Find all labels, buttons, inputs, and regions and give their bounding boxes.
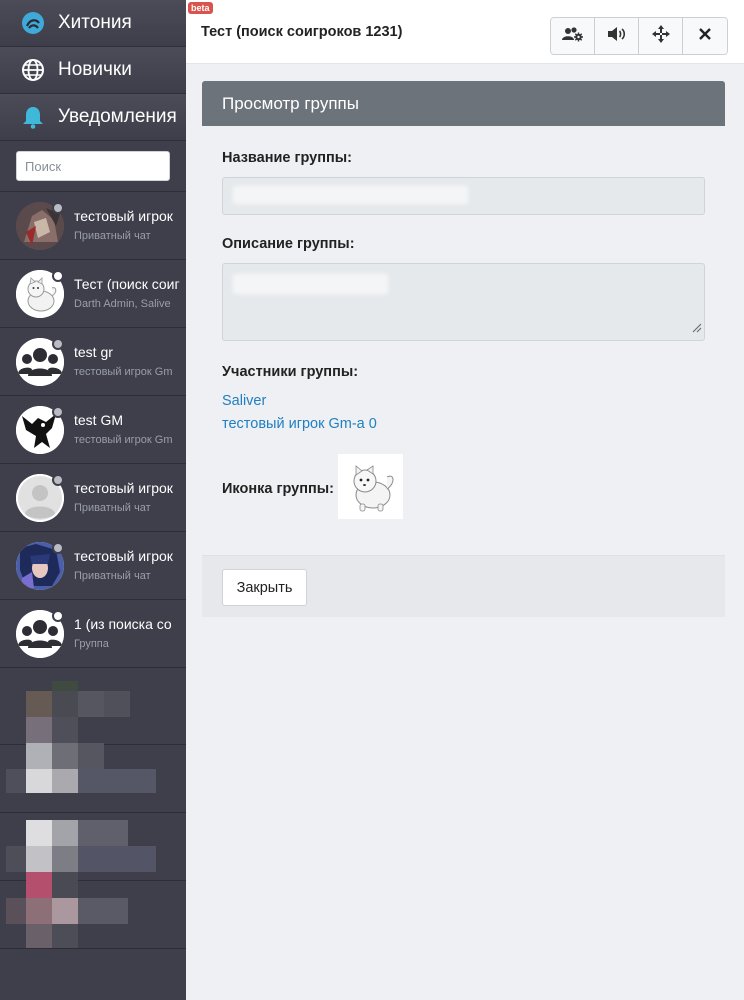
chat-list-item[interactable]: test gr тестовый игрок Gm — [0, 328, 186, 396]
chat-list-item[interactable]: тестовый игрок Приватный чат — [0, 464, 186, 532]
group-icon-row: Иконка группы: — [222, 454, 705, 519]
blurred-text — [233, 274, 388, 294]
white-dog-image — [337, 454, 403, 519]
status-dot — [52, 542, 64, 554]
blurred-text — [233, 186, 468, 204]
search-input[interactable] — [16, 151, 170, 181]
group-view-panel: Просмотр группы Название группы: Описани… — [202, 81, 725, 617]
beta-badge: beta — [188, 2, 213, 14]
status-dot — [52, 270, 64, 282]
chat-list-item[interactable]: тестовый игрок Приватный чат — [0, 192, 186, 260]
nav-label: Новички — [58, 59, 132, 80]
resize-handle-icon[interactable] — [690, 320, 702, 338]
chat-list-item[interactable]: 1 (из поиска со Группа — [0, 600, 186, 668]
chat-name: тестовый игрок — [74, 548, 173, 564]
chat-header: beta Тест (поиск соигроков 1231) — [186, 0, 744, 64]
panel-title: Просмотр группы — [202, 81, 725, 126]
member-link[interactable]: Saliver — [222, 390, 705, 413]
chat-name: тестовый игрок — [74, 208, 173, 224]
sound-toggle-button[interactable] — [595, 18, 639, 54]
nav-item-xitonia[interactable]: Хитония — [0, 0, 186, 47]
panel-body: Название группы: Описание группы: Участн… — [202, 126, 725, 539]
status-dot — [52, 202, 64, 214]
chat-text: test GM тестовый игрок Gm — [74, 411, 184, 448]
globe-icon — [20, 57, 46, 83]
nav-label: Уведомления — [58, 106, 177, 127]
chat-subtitle: Приватный чат — [74, 570, 151, 582]
chat-subtitle: Darth Admin, Salive — [74, 298, 171, 310]
chat-name: test gr — [74, 344, 113, 360]
panel-footer: Закрыть — [202, 555, 725, 617]
chat-list-item[interactable]: тестовый игрок Приватный чат — [0, 532, 186, 600]
chat-list-item[interactable]: test GM тестовый игрок Gm — [0, 396, 186, 464]
status-dot — [52, 474, 64, 486]
close-icon — [699, 27, 711, 45]
chat-title: Тест (поиск соигроков 1231) — [201, 24, 403, 40]
move-arrows-icon — [651, 24, 670, 48]
header-toolbar — [550, 17, 728, 55]
group-name-label: Название группы: — [222, 150, 352, 166]
group-description-field[interactable] — [222, 263, 705, 341]
chat-subtitle: тестовый игрок Gm — [74, 366, 173, 378]
nav-label: Хитония — [58, 12, 132, 33]
chat-subtitle: тестовый игрок Gm — [74, 434, 173, 446]
move-window-button[interactable] — [639, 18, 683, 54]
member-link[interactable]: тестовый игрок Gm-а 0 — [222, 413, 705, 436]
nav-item-novichki[interactable]: Новички — [0, 47, 186, 94]
chat-main-area: beta Тест (поиск соигроков 1231) Просмот… — [186, 0, 744, 1000]
nav-item-notifications[interactable]: Уведомления — [0, 94, 186, 141]
pixelated-chat-items — [0, 676, 186, 956]
chat-subtitle: Группа — [74, 638, 109, 650]
xitonia-logo-icon — [20, 10, 46, 36]
chat-name: 1 (из поиска со — [74, 616, 172, 632]
chat-text: тестовый игрок Приватный чат — [74, 207, 184, 244]
sidebar: Хитония Новички Уведомления тестовый игр… — [0, 0, 186, 1000]
chat-subtitle: Приватный чат — [74, 230, 151, 242]
users-gear-icon — [561, 26, 584, 47]
bell-icon — [20, 104, 46, 130]
chat-name: тестовый игрок — [74, 480, 173, 496]
chat-text: 1 (из поиска со Группа — [74, 615, 184, 652]
group-members-label: Участники группы: — [222, 364, 359, 380]
group-description-label: Описание группы: — [222, 236, 355, 252]
chat-text: test gr тестовый игрок Gm — [74, 343, 184, 380]
chat-text: тестовый игрок Приватный чат — [74, 547, 184, 584]
chat-list-item[interactable]: Тест (поиск соиг Darth Admin, Salive — [0, 260, 186, 328]
chat-name: Тест (поиск соиг — [74, 276, 180, 292]
chat-name: test GM — [74, 412, 124, 428]
close-chat-button[interactable] — [683, 18, 727, 54]
status-dot — [52, 406, 64, 418]
group-name-field[interactable] — [222, 177, 705, 215]
chat-text: Тест (поиск соиг Darth Admin, Salive — [74, 275, 184, 312]
group-settings-button[interactable] — [551, 18, 595, 54]
chat-text: тестовый игрок Приватный чат — [74, 479, 184, 516]
chat-subtitle: Приватный чат — [74, 502, 151, 514]
volume-icon — [607, 26, 627, 47]
search-container — [0, 141, 186, 192]
close-button[interactable]: Закрыть — [222, 569, 307, 606]
status-dot — [52, 338, 64, 350]
group-icon-label: Иконка группы: — [222, 480, 334, 497]
status-dot — [52, 610, 64, 622]
